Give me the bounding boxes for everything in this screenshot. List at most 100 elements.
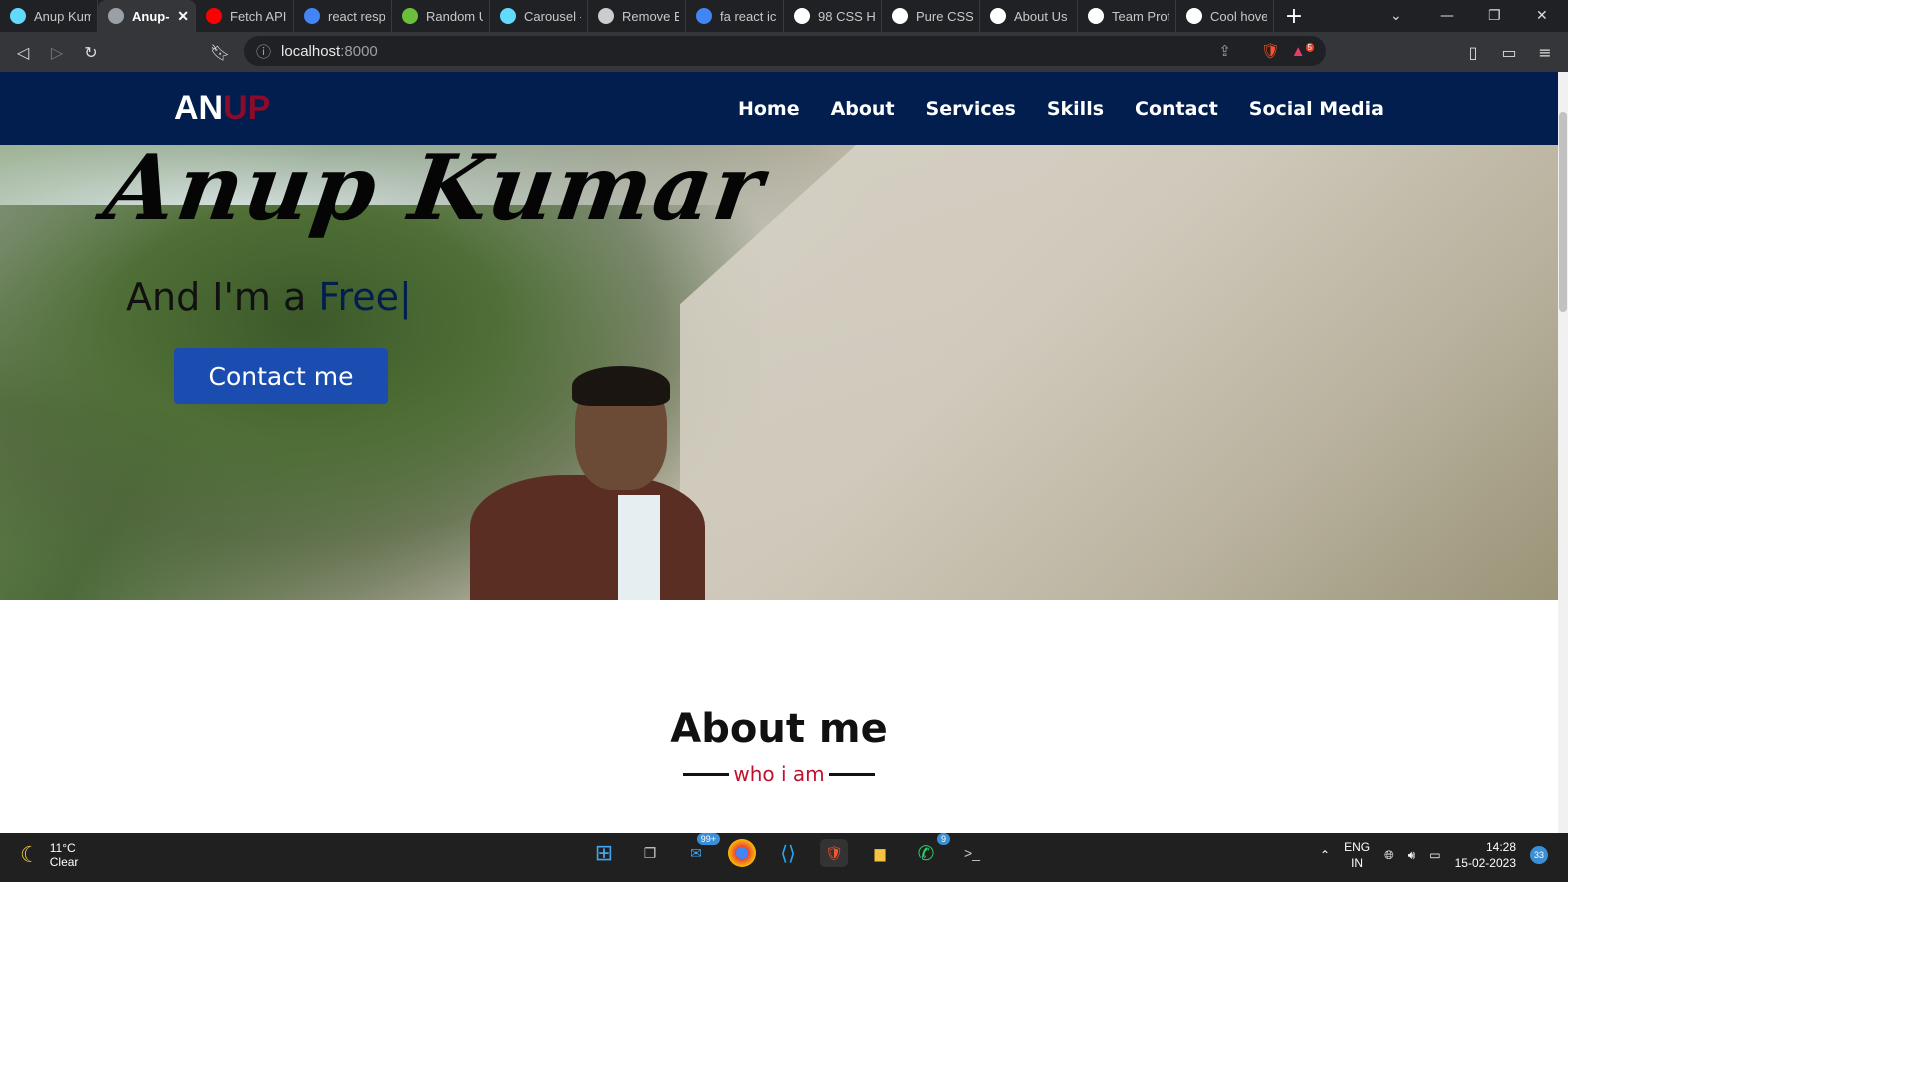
about-title: About me [670,706,888,752]
menu-icon[interactable]: ≡ [1528,43,1562,62]
tab-label: Anup Kum [34,8,91,24]
tagline-prefix: And I'm a [126,275,319,319]
tab-12[interactable]: Cool hove [1176,0,1274,32]
tab-list: Anup Kum Anup- ✕ Fetch API react resp Random … [0,0,1274,32]
nav-about[interactable]: About [831,98,895,120]
weather-widget[interactable]: ☾ 11°C Clear [20,841,78,869]
address-host: localhost [281,42,341,60]
tab-label: Carousel - [524,8,581,24]
tab-7[interactable]: fa react ic [686,0,784,32]
nav-social-media[interactable]: Social Media [1249,98,1384,120]
google-icon [304,8,320,24]
file-explorer-icon[interactable]: ▆ [866,839,894,867]
f-icon [794,8,810,24]
sidebar-icon[interactable]: ▯ [1456,43,1490,62]
system-tray: ⌃ ENG IN 🌐︎ 🔊︎ ▭ 14:28 15-02-2023 33 [1320,839,1548,871]
codepen-icon [892,8,908,24]
language-indicator[interactable]: ENG IN [1344,839,1370,871]
tab-2[interactable]: Fetch API [196,0,294,32]
scrollbar-thumb[interactable] [1559,112,1567,312]
lang-line2: IN [1351,856,1364,870]
tab-0[interactable]: Anup Kum [0,0,98,32]
hero-tagline: And I'm a Free| [126,275,412,319]
back-icon[interactable]: ◁ [6,43,40,62]
codepen-icon [1088,8,1104,24]
windows-start-icon[interactable]: ⊞ [590,839,618,867]
mail-icon[interactable]: ✉ 99+ [682,833,720,867]
tab-label: Pure CSS E [916,8,973,24]
about-subtitle-text: who i am [733,762,825,786]
tab-3[interactable]: react resp [294,0,392,32]
about-section: About me who i am [0,600,1558,833]
tab-search-icon[interactable]: ⌄ [1390,0,1402,32]
browser-tab-strip: Anup Kum Anup- ✕ Fetch API react resp Random … [0,0,1568,32]
close-window-button[interactable]: ✕ [1536,0,1548,32]
codepen-icon [1186,8,1202,24]
reload-icon[interactable]: ↻ [74,43,108,62]
moon-icon: ☾ [20,842,40,867]
mail-badge: 99+ [696,833,720,845]
typing-cursor: | [399,275,412,319]
weather-desc: Clear [49,855,79,869]
windows-taskbar: ☾ 11°C Clear ⊞ ❐ ✉ 99+ ⟨⟩ 🛡︎ ▆ ✆ 9 >_ ⌃ ENG… [0,833,1568,882]
site-info-icon[interactable]: ⓘ [256,41,271,62]
tab-label: react resp [328,8,385,24]
weather-temp: 11°C [49,841,76,855]
address-bar[interactable]: ⓘ localhost:8000 ⇪ 🛡︎ ▲ 5 [244,36,1326,66]
tab-4[interactable]: Random U [392,0,490,32]
tab-9[interactable]: Pure CSS E [882,0,980,32]
terminal-icon[interactable]: >_ [958,839,986,867]
forward-icon[interactable]: ▷ [40,43,74,62]
chevron-up-icon[interactable]: ⌃ [1320,848,1330,862]
layers-icon [598,8,614,24]
tab-label: Cool hove [1210,8,1267,24]
restore-button[interactable]: ❐ [1488,0,1501,32]
react-icon [500,8,516,24]
share-icon[interactable]: ⇪ [1218,42,1231,60]
tab-label: Random U [426,8,483,24]
task-view-icon[interactable]: ❐ [636,839,664,867]
tab-label: Fetch API [230,8,287,24]
hero-portrait [470,366,705,600]
tab-1[interactable]: Anup- ✕ [98,0,196,32]
brave-shield-icon[interactable]: 🛡︎ [1261,42,1280,60]
wallet-icon[interactable]: ▭ [1492,43,1526,62]
nav-services[interactable]: Services [926,98,1016,120]
youtube-icon [206,8,222,24]
page-scrollbar[interactable] [1558,72,1568,833]
tab-label: Remove B [622,8,679,24]
tab-5[interactable]: Carousel - [490,0,588,32]
battery-icon[interactable]: ▭ [1429,848,1440,862]
vscode-icon[interactable]: ⟨⟩ [774,839,802,867]
tagline-typed: Free [318,275,400,319]
new-tab-button[interactable]: + [1274,4,1314,29]
clock[interactable]: 14:28 15-02-2023 [1455,839,1516,871]
nav-home[interactable]: Home [738,98,800,120]
volume-icon[interactable]: 🔊︎ [1408,848,1416,863]
nav-contact[interactable]: Contact [1135,98,1218,120]
contact-me-button[interactable]: Contact me [174,348,388,404]
logo-main: AN [174,89,224,127]
tab-10[interactable]: About Us [980,0,1078,32]
tab-11[interactable]: Team Profi [1078,0,1176,32]
network-icon[interactable]: 🌐︎ [1384,848,1394,863]
react-icon [10,8,26,24]
tab-6[interactable]: Remove B [588,0,686,32]
hero-background-cliff [680,145,1558,600]
about-subtitle: who i am [683,762,875,786]
brave-icon[interactable]: 🛡︎ [820,839,848,867]
site-logo[interactable]: ANUP [174,89,270,128]
whatsapp-icon[interactable]: ✆ 9 [912,833,950,867]
tab-label: Team Profi [1112,8,1169,24]
tab-8[interactable]: 98 CSS Ho [784,0,882,32]
random-user-icon [402,8,418,24]
tab-label: 98 CSS Ho [818,8,875,24]
chrome-icon[interactable] [728,839,756,867]
close-tab-icon[interactable]: ✕ [177,8,189,25]
minimize-button[interactable]: — [1440,0,1454,32]
address-port: :8000 [340,42,378,60]
notification-badge[interactable]: 33 [1530,846,1548,864]
nav-skills[interactable]: Skills [1047,98,1104,120]
bookmark-icon[interactable]: 🔖︎ [203,43,237,62]
brave-rewards-icon[interactable]: ▲ 5 [1291,42,1314,60]
